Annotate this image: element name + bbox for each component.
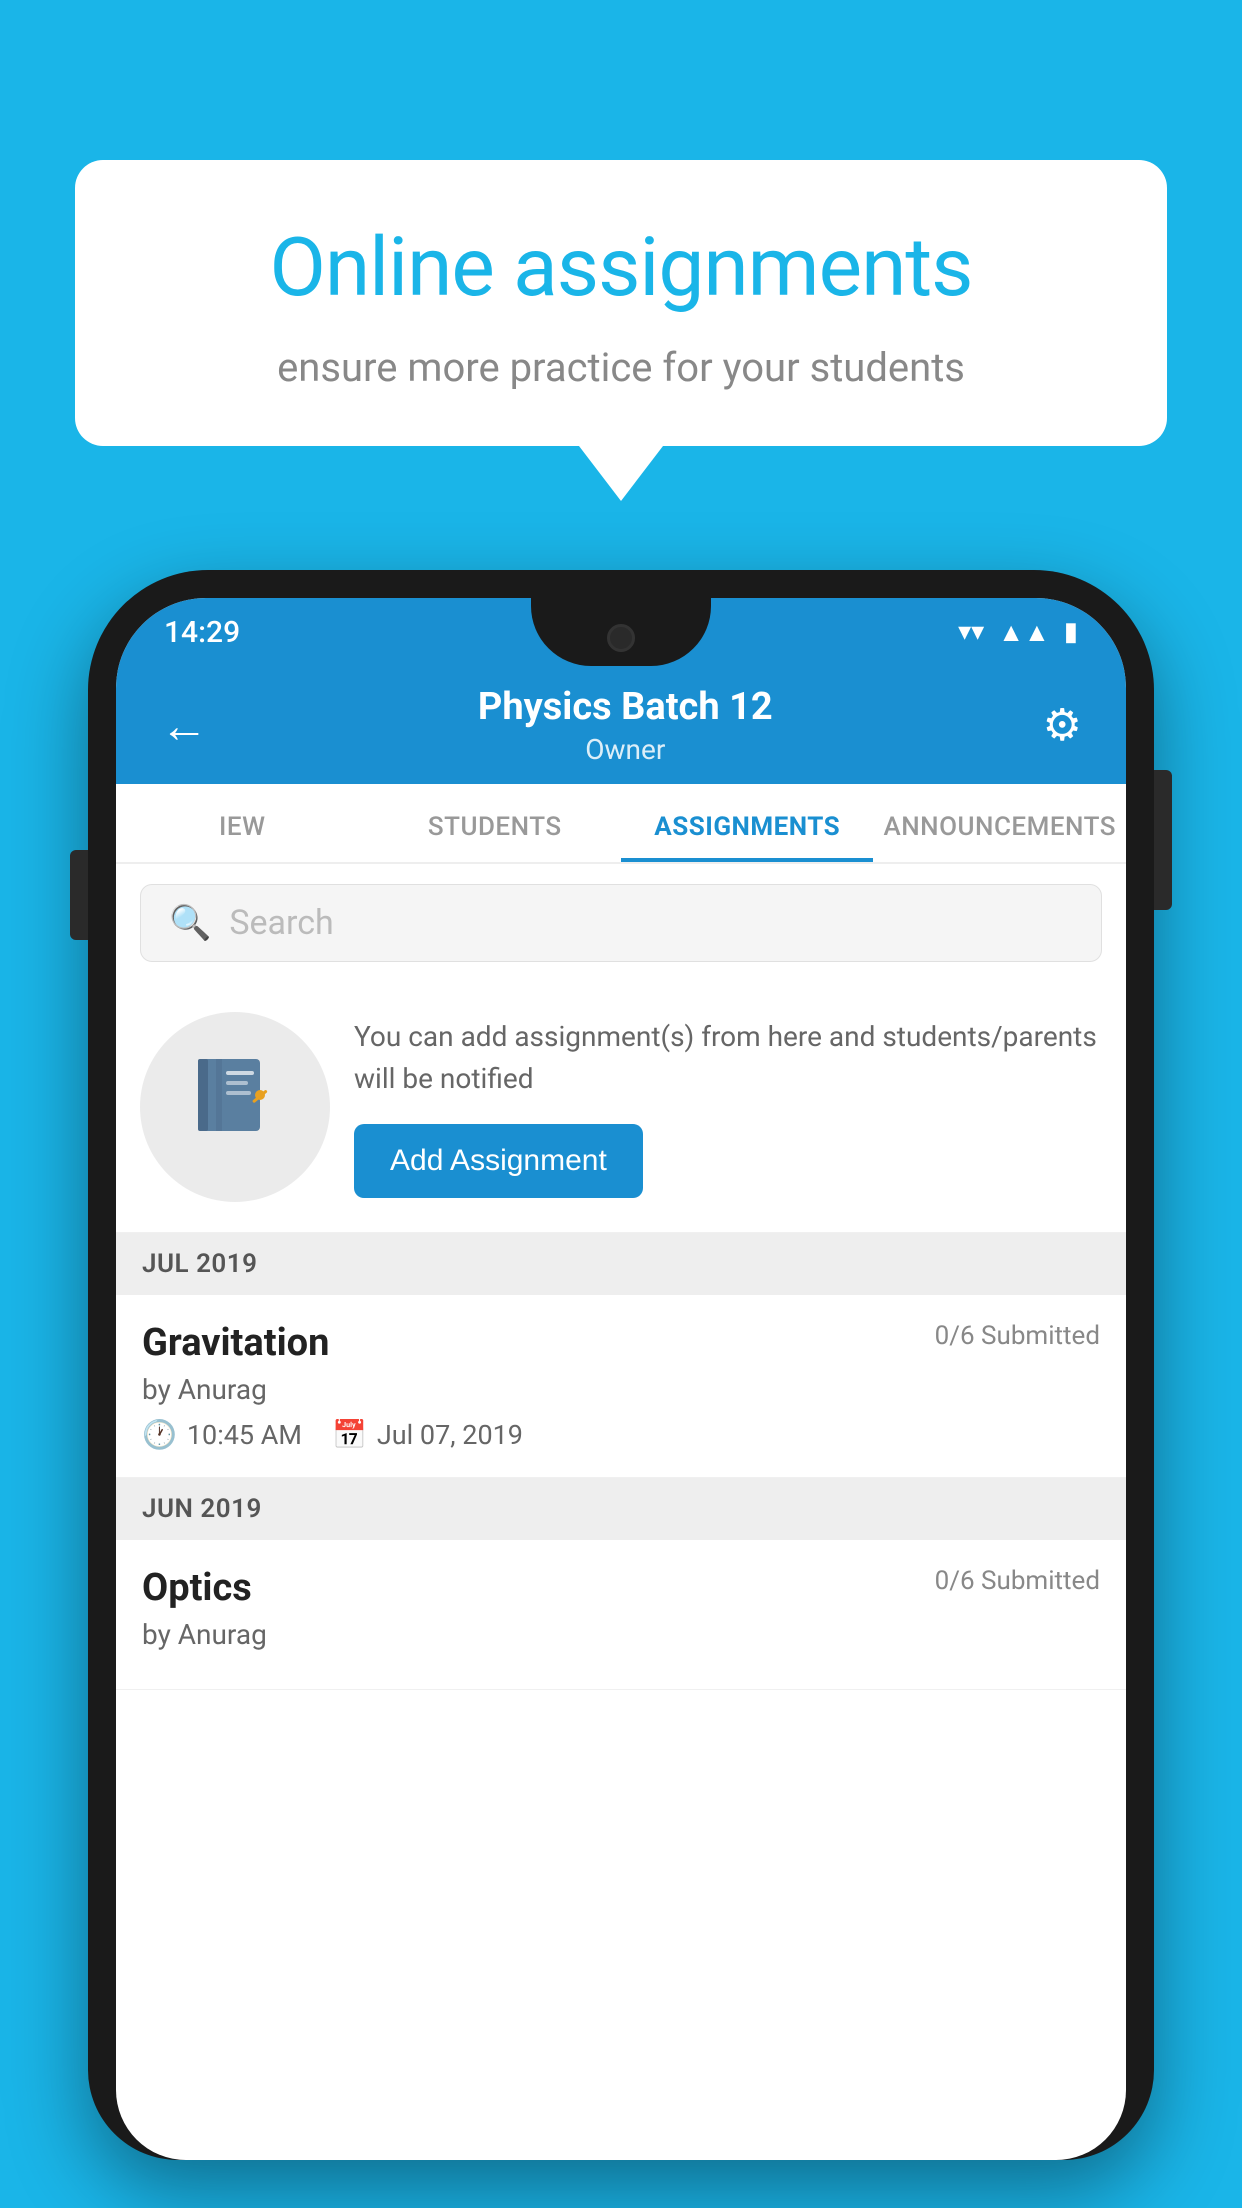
search-container: 🔍 Search — [116, 864, 1126, 982]
assignment-submitted-count-optics: 0/6 Submitted — [935, 1566, 1100, 1596]
status-icons: ▾▾ ▲▲ ▮ — [958, 617, 1078, 648]
empty-state-content: You can add assignment(s) from here and … — [354, 1016, 1102, 1198]
phone-screen: 14:29 ▾▾ ▲▲ ▮ ← Physics Batch 12 Owner ⚙ — [116, 598, 1126, 2160]
search-icon: 🔍 — [169, 903, 211, 943]
clock-icon: 🕐 — [142, 1418, 177, 1451]
speech-bubble-subtitle: ensure more practice for your students — [155, 344, 1087, 391]
notch — [531, 598, 711, 666]
power-button — [1154, 770, 1172, 910]
assignment-title-optics: Optics — [142, 1566, 252, 1610]
empty-state: You can add assignment(s) from here and … — [116, 982, 1126, 1233]
app-bar-title-group: Physics Batch 12 Owner — [478, 685, 773, 766]
app-bar-title: Physics Batch 12 — [478, 685, 773, 729]
add-assignment-button[interactable]: Add Assignment — [354, 1124, 643, 1198]
tab-students[interactable]: STUDENTS — [368, 784, 620, 862]
back-button[interactable]: ← — [160, 697, 208, 754]
camera — [607, 624, 635, 652]
wifi-icon: ▾▾ — [958, 617, 984, 647]
app-bar-subtitle: Owner — [478, 733, 773, 766]
tabs-container: IEW STUDENTS ASSIGNMENTS ANNOUNCEMENTS — [116, 784, 1126, 864]
empty-state-description: You can add assignment(s) from here and … — [354, 1016, 1102, 1100]
assignment-item-gravitation[interactable]: Gravitation 0/6 Submitted by Anurag 🕐 10… — [116, 1295, 1126, 1478]
status-time: 14:29 — [164, 615, 240, 650]
tab-announcements[interactable]: ANNOUNCEMENTS — [873, 784, 1126, 862]
volume-button — [70, 850, 88, 940]
speech-bubble-arrow — [579, 446, 663, 501]
section-header-jun: JUN 2019 — [116, 1478, 1126, 1540]
assignment-top-row-optics: Optics 0/6 Submitted — [142, 1566, 1100, 1610]
tab-view[interactable]: IEW — [116, 784, 368, 862]
signal-icon: ▲▲ — [998, 617, 1049, 648]
assignment-date: 📅 Jul 07, 2019 — [332, 1418, 523, 1451]
assignment-meta: 🕐 10:45 AM 📅 Jul 07, 2019 — [142, 1418, 1100, 1451]
calendar-icon: 📅 — [332, 1418, 367, 1451]
assignment-icon-circle — [140, 1012, 330, 1202]
assignment-author-optics: by Anurag — [142, 1618, 1100, 1651]
tab-assignments[interactable]: ASSIGNMENTS — [621, 784, 873, 862]
phone-container: 14:29 ▾▾ ▲▲ ▮ ← Physics Batch 12 Owner ⚙ — [88, 570, 1154, 2208]
assignment-time-value: 10:45 AM — [187, 1419, 302, 1451]
settings-icon[interactable]: ⚙ — [1043, 699, 1082, 751]
assignment-submitted-count: 0/6 Submitted — [935, 1321, 1100, 1351]
phone-body: 14:29 ▾▾ ▲▲ ▮ ← Physics Batch 12 Owner ⚙ — [88, 570, 1154, 2160]
battery-icon: ▮ — [1064, 617, 1078, 647]
speech-bubble-container: Online assignments ensure more practice … — [75, 160, 1167, 501]
assignment-time: 🕐 10:45 AM — [142, 1418, 302, 1451]
app-bar: ← Physics Batch 12 Owner ⚙ — [116, 666, 1126, 784]
assignment-author: by Anurag — [142, 1373, 1100, 1406]
section-header-jul: JUL 2019 — [116, 1233, 1126, 1295]
notebook-icon — [190, 1051, 280, 1163]
assignment-item-optics[interactable]: Optics 0/6 Submitted by Anurag — [116, 1540, 1126, 1690]
search-input[interactable]: 🔍 Search — [140, 884, 1102, 962]
search-placeholder: Search — [229, 903, 333, 943]
assignment-date-value: Jul 07, 2019 — [377, 1419, 523, 1451]
speech-bubble: Online assignments ensure more practice … — [75, 160, 1167, 446]
speech-bubble-title: Online assignments — [155, 220, 1087, 316]
assignment-top-row: Gravitation 0/6 Submitted — [142, 1321, 1100, 1365]
assignment-title: Gravitation — [142, 1321, 329, 1365]
